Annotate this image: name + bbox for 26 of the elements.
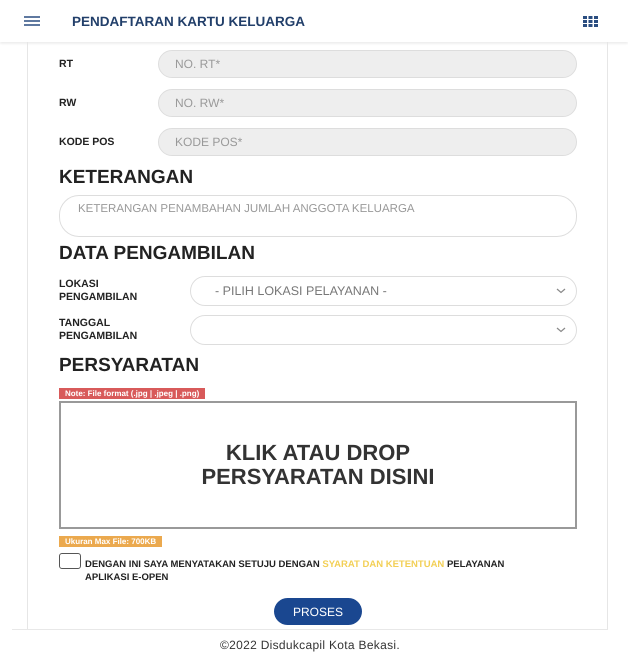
section-heading: KETERANGAN bbox=[59, 167, 194, 189]
field-label: RT bbox=[59, 58, 74, 70]
upload-dropzone[interactable]: KLIK ATAU DROP PERSYARATAN DISINI bbox=[59, 401, 577, 529]
text-area[interactable]: KETERANGAN PENAMBAHAN JUMLAH ANGGOTA KELUARGA bbox=[59, 195, 577, 237]
chevron-down-icon bbox=[556, 326, 566, 332]
footer-text: ©2022 Disdukcapil Kota Bekasi. bbox=[12, 629, 608, 652]
grid-icon[interactable] bbox=[583, 16, 598, 26]
input-field[interactable]: KODE POS* bbox=[158, 128, 577, 156]
select-field[interactable] bbox=[190, 314, 577, 344]
field-label: TANGGAL PENGAMBILAN bbox=[59, 316, 138, 342]
field-label: RW bbox=[59, 96, 78, 108]
section-heading: PERSYARATAN bbox=[59, 355, 200, 377]
note-label: Ukuran Max File: 700KB bbox=[59, 536, 162, 547]
input-field[interactable]: NO. RW* bbox=[158, 88, 577, 116]
page-title: PENDAFTARAN KARTU KELUARGA bbox=[72, 14, 305, 28]
agreement-text: DENGAN INI SAYA MENYATAKAN SETUJU DENGAN SYARAT DAN KETENTUAN PELAYANAN APLIKASI E-OPEN bbox=[85, 558, 506, 584]
note-label: Note: File format (.jpg | .jpeg | .png) bbox=[59, 388, 206, 399]
menu-icon[interactable] bbox=[24, 16, 40, 26]
section-heading: DATA PENGAMBILAN bbox=[59, 243, 256, 265]
chevron-down-icon bbox=[556, 288, 566, 294]
select-field[interactable]: - PILIH LOKASI PELAYANAN - bbox=[190, 276, 577, 306]
checkbox[interactable] bbox=[59, 553, 81, 569]
field-label: KODE POS bbox=[59, 136, 116, 148]
field-label: LOKASI PENGAMBILAN bbox=[59, 278, 138, 304]
submit-button[interactable]: PROSES bbox=[274, 598, 362, 625]
input-field[interactable]: NO. RT* bbox=[158, 50, 577, 78]
